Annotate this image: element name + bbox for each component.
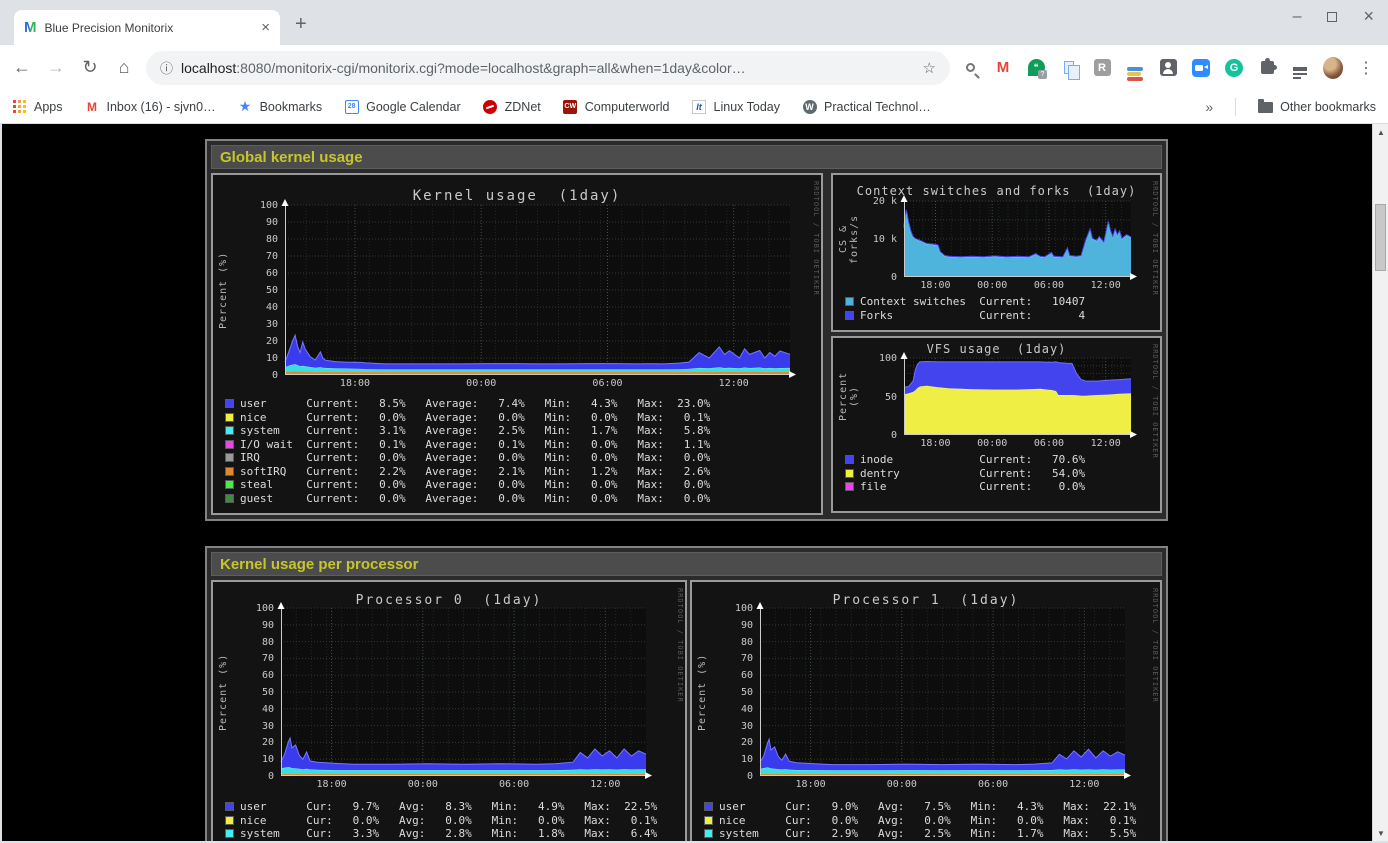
rrdtool-watermark: RRDTOOL / TOBI OETIKER bbox=[1151, 588, 1159, 703]
tab-close-icon[interactable]: × bbox=[261, 20, 270, 35]
window-close-button[interactable]: × bbox=[1363, 6, 1374, 27]
calendar-icon: 28 bbox=[344, 99, 359, 114]
bookmark-practical-technology[interactable]: W Practical Technol… bbox=[802, 99, 931, 114]
bookmark-computerworld[interactable]: CW Computerworld bbox=[563, 99, 670, 114]
search-ext-icon[interactable] bbox=[960, 58, 980, 78]
bookmark-bookmarks[interactable]: ★ Bookmarks bbox=[238, 99, 323, 114]
tab-strip: M Blue Precision Monitorix × + – × bbox=[0, 0, 1388, 45]
chart-title: Processor 1 (1day) bbox=[692, 593, 1160, 608]
gmail-icon: M bbox=[85, 99, 100, 114]
plot-area bbox=[904, 201, 1131, 277]
gmail-ext-icon[interactable]: M bbox=[993, 58, 1013, 78]
star-icon: ★ bbox=[238, 99, 253, 114]
info-icon[interactable]: ⓘ bbox=[160, 58, 173, 77]
chart-legend: Context switches Current: 10407Forks Cur… bbox=[845, 295, 1085, 322]
browser-toolbar: ← → ↻ ⌂ ⓘ localhost:8080/monitorix-cgi/m… bbox=[0, 45, 1388, 90]
maximize-button[interactable] bbox=[1327, 12, 1337, 22]
zoom-ext-icon[interactable] bbox=[1191, 58, 1211, 78]
section-header: Kernel usage per processor bbox=[211, 552, 1162, 576]
session-ext-icon[interactable] bbox=[1158, 58, 1178, 78]
chart-legend: user Current: 8.5% Average: 7.4% Min: 4.… bbox=[225, 397, 710, 505]
plot-area bbox=[281, 608, 646, 776]
copy-ext-icon[interactable] bbox=[1059, 58, 1079, 78]
back-icon[interactable]: ← bbox=[10, 57, 34, 78]
rrdtool-watermark: RRDTOOL / TOBI OETIKER bbox=[812, 181, 820, 296]
section-title: Kernel usage per processor bbox=[220, 556, 418, 573]
page-content: Global kernel usage Kernel usage (1day) … bbox=[0, 124, 1388, 843]
chart-legend: user Cur: 9.0% Avg: 7.5% Min: 4.3% Max: … bbox=[704, 800, 1136, 843]
new-tab-button[interactable]: + bbox=[295, 13, 307, 36]
wordpress-icon: W bbox=[802, 99, 817, 114]
scrollbar[interactable]: ▲ ▼ bbox=[1372, 124, 1388, 841]
bookmarks-bar: Apps M Inbox (16) - sjvn0… ★ Bookmarks 2… bbox=[0, 90, 1388, 124]
vfs-usage-chart bbox=[904, 358, 1131, 435]
computerworld-icon: CW bbox=[563, 99, 578, 114]
playlist-ext-icon[interactable] bbox=[1290, 58, 1310, 78]
chart-legend: inode Current: 70.6%dentry Current: 54.0… bbox=[845, 453, 1085, 494]
scrollbar-up-icon[interactable]: ▲ bbox=[1373, 124, 1388, 140]
plot-area bbox=[760, 608, 1125, 776]
tab-monitorix[interactable]: M Blue Precision Monitorix × bbox=[14, 10, 280, 45]
plot-area bbox=[285, 205, 790, 375]
scrollbar-thumb[interactable] bbox=[1375, 204, 1386, 271]
browser-window: M Blue Precision Monitorix × + – × ← → ↻… bbox=[0, 0, 1388, 843]
vfs-usage-graph[interactable]: VFS usage (1day) Percent (%) RRDTOOL / T… bbox=[831, 336, 1162, 513]
processor-1-graph[interactable]: Processor 1 (1day) Percent (%) RRDTOOL /… bbox=[690, 580, 1162, 843]
bookmark-linux-today[interactable]: lt Linux Today bbox=[692, 99, 781, 114]
window-left-border bbox=[0, 124, 2, 843]
context-switches-chart bbox=[904, 201, 1131, 277]
bookmark-zdnet[interactable]: ZDNet bbox=[483, 99, 541, 114]
kernel-usage-chart bbox=[285, 205, 790, 375]
grammarly-ext-icon[interactable]: G bbox=[1224, 58, 1244, 78]
home-icon[interactable]: ⌂ bbox=[112, 57, 136, 78]
apps-grid-icon bbox=[12, 99, 27, 114]
linuxtoday-icon: lt bbox=[692, 99, 707, 114]
extensions-puzzle-icon[interactable] bbox=[1257, 58, 1277, 78]
bookmark-inbox[interactable]: M Inbox (16) - sjvn0… bbox=[85, 99, 216, 114]
r-ext-icon[interactable]: R bbox=[1092, 58, 1112, 78]
section-title: Global kernel usage bbox=[220, 149, 363, 166]
processor-0-chart bbox=[281, 608, 646, 776]
reload-icon[interactable]: ↻ bbox=[78, 57, 102, 78]
rrdtool-watermark: RRDTOOL / TOBI OETIKER bbox=[676, 588, 684, 703]
other-bookmarks[interactable]: Other bookmarks bbox=[1258, 99, 1376, 114]
forward-icon[interactable]: → bbox=[44, 57, 68, 78]
bookmark-star-icon[interactable]: ☆ bbox=[923, 59, 936, 77]
kebab-menu-icon[interactable]: ⋮ bbox=[1356, 58, 1376, 78]
zdnet-icon bbox=[483, 99, 498, 114]
context-switches-graph[interactable]: Context switches and forks (1day) CS & f… bbox=[831, 173, 1162, 332]
hangouts-ext-icon[interactable]: ❝? bbox=[1026, 58, 1046, 78]
avatar[interactable] bbox=[1323, 58, 1343, 78]
processor-1-chart bbox=[760, 608, 1125, 776]
chart-title: Processor 0 (1day) bbox=[213, 593, 685, 608]
monitorix-logo-icon: M bbox=[24, 20, 37, 35]
books-ext-icon[interactable] bbox=[1125, 58, 1145, 78]
rrdtool-watermark: RRDTOOL / TOBI OETIKER bbox=[1151, 344, 1159, 459]
bookmark-apps[interactable]: Apps bbox=[12, 99, 63, 114]
address-bar[interactable]: ⓘ localhost:8080/monitorix-cgi/monitorix… bbox=[146, 51, 950, 85]
section-header: Global kernel usage bbox=[211, 145, 1162, 169]
tab-title: Blue Precision Monitorix bbox=[45, 21, 254, 35]
extensions-row: M ❝? R G ⋮ bbox=[960, 58, 1378, 78]
rrdtool-watermark: RRDTOOL / TOBI OETIKER bbox=[1151, 181, 1159, 296]
minimize-button[interactable]: – bbox=[1293, 8, 1302, 26]
bookmarks-overflow-icon[interactable]: » bbox=[1205, 99, 1213, 115]
bookmark-google-calendar[interactable]: 28 Google Calendar bbox=[344, 99, 461, 114]
processor-0-graph[interactable]: Processor 0 (1day) Percent (%) RRDTOOL /… bbox=[211, 580, 687, 843]
chart-legend: user Cur: 9.7% Avg: 8.3% Min: 4.9% Max: … bbox=[225, 800, 657, 843]
section-global-kernel-usage: Global kernel usage Kernel usage (1day) … bbox=[205, 139, 1168, 521]
section-kernel-usage-per-processor: Kernel usage per processor Processor 0 (… bbox=[205, 546, 1168, 843]
url-text[interactable]: localhost:8080/monitorix-cgi/monitorix.c… bbox=[181, 60, 915, 76]
bookmarks-divider bbox=[1235, 98, 1236, 116]
plot-area bbox=[904, 358, 1131, 435]
kernel-usage-graph[interactable]: Kernel usage (1day) Percent (%) RRDTOOL … bbox=[211, 173, 823, 515]
scrollbar-down-icon[interactable]: ▼ bbox=[1373, 825, 1388, 841]
chart-title: Kernel usage (1day) bbox=[213, 188, 821, 204]
folder-icon bbox=[1258, 99, 1273, 114]
